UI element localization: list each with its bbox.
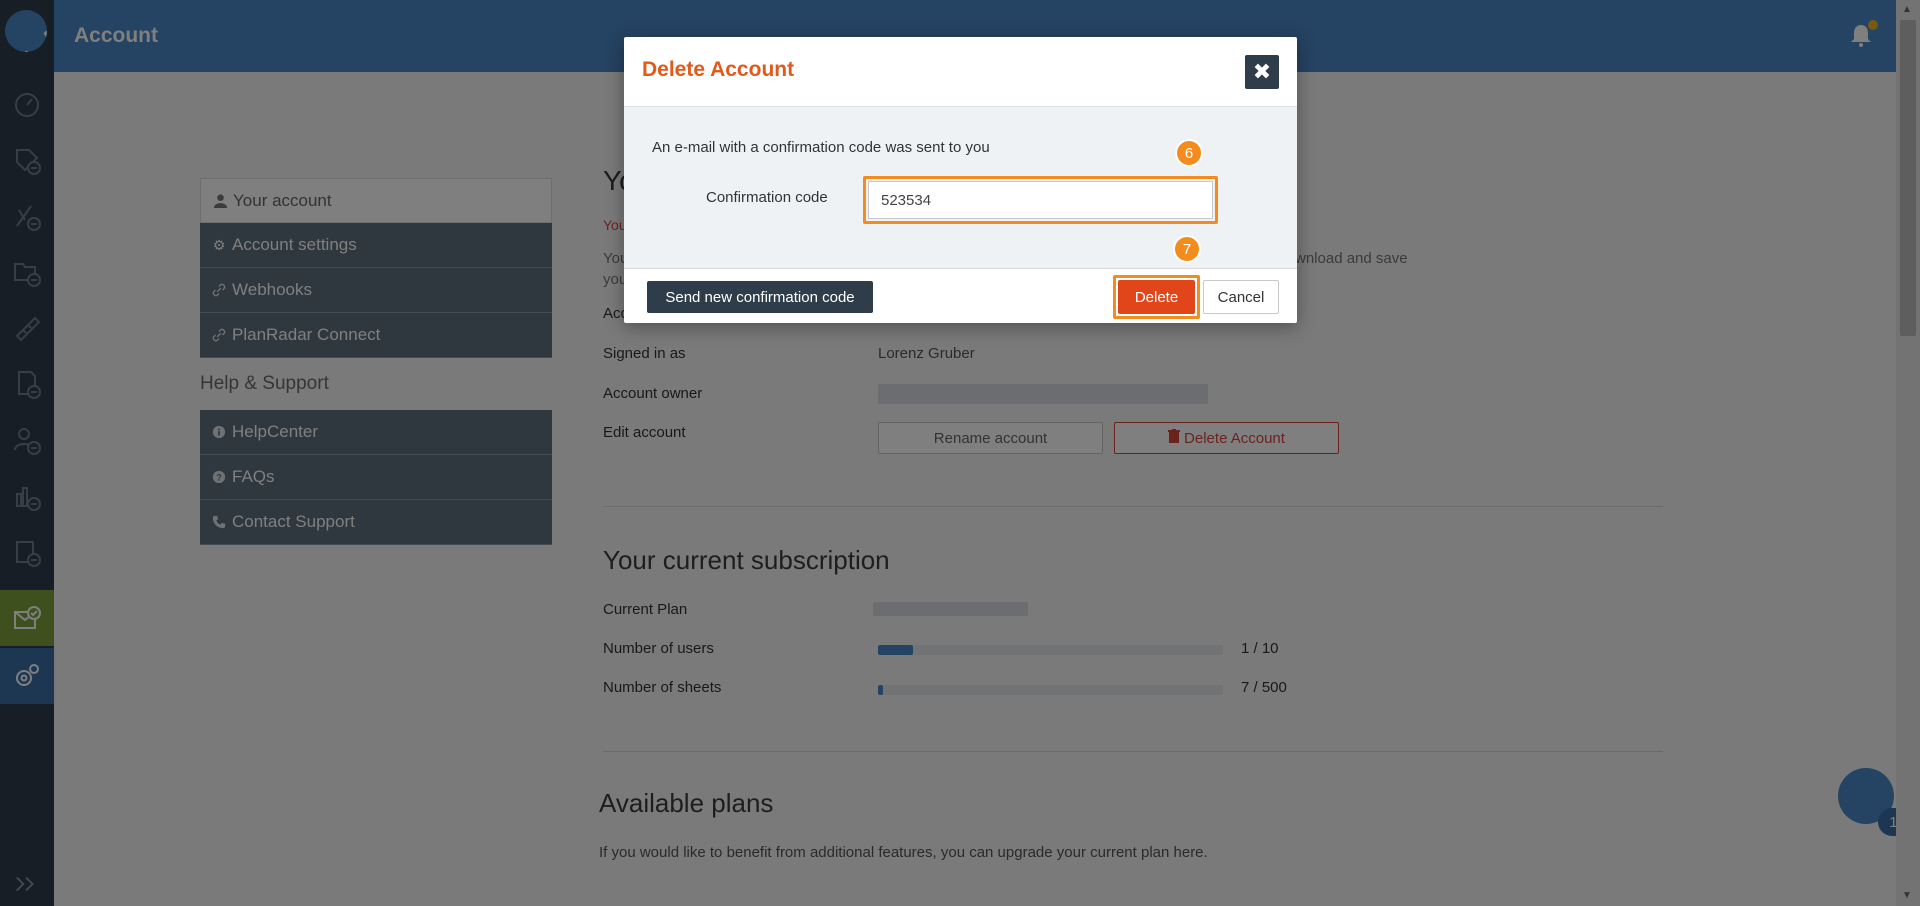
confirmation-message: An e-mail with a confirmation code was s… — [652, 139, 990, 156]
cancel-button[interactable]: Cancel — [1203, 280, 1279, 314]
send-new-code-button[interactable]: Send new confirmation code — [647, 281, 873, 313]
dialog-title: Delete Account — [642, 58, 795, 81]
dialog-header: Delete Account ✖ — [624, 37, 1297, 107]
confirmation-code-label: Confirmation code — [706, 189, 828, 206]
confirmation-code-input[interactable] — [868, 181, 1213, 219]
step-marker-6: 6 — [1175, 139, 1203, 167]
step-marker-7: 7 — [1173, 235, 1201, 263]
close-icon[interactable]: ✖ — [1245, 55, 1279, 89]
delete-account-dialog: Delete Account ✖ An e-mail with a confir… — [624, 37, 1297, 323]
confirm-delete-button[interactable]: Delete — [1118, 280, 1195, 314]
dialog-footer: Send new confirmation code 7 Delete Canc… — [624, 235, 1297, 323]
